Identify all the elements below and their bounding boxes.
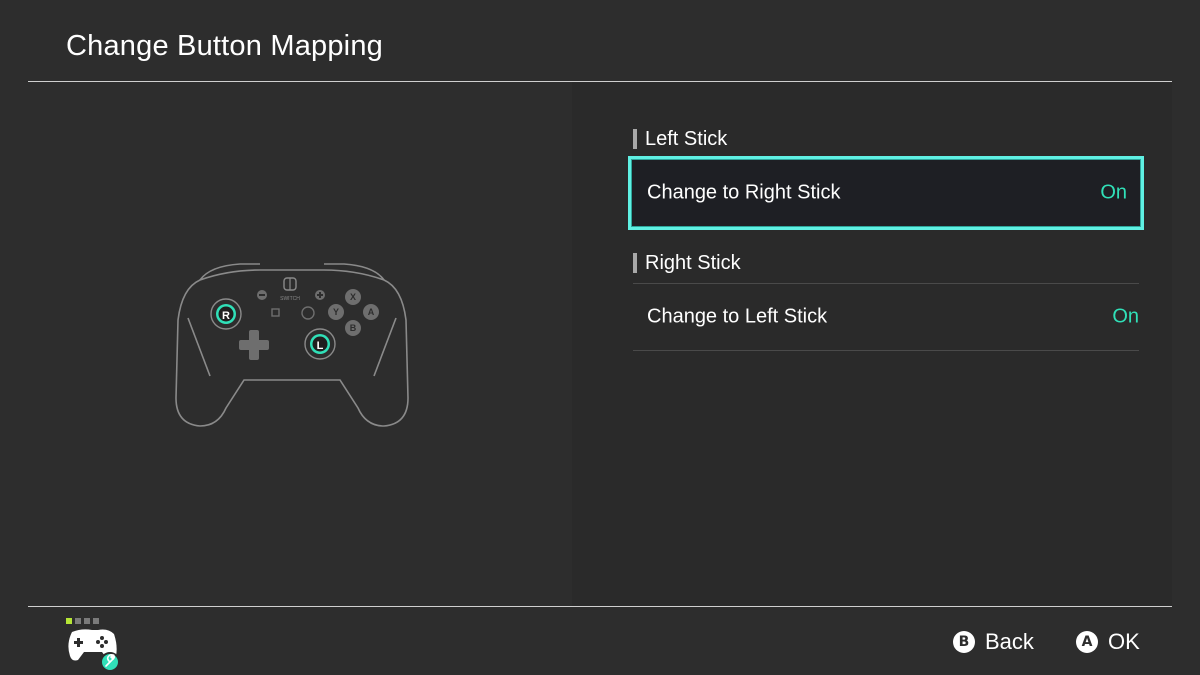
option-label: Change to Right Stick: [647, 181, 841, 204]
x-button-label: X: [350, 292, 356, 302]
page-title: Change Button Mapping: [66, 30, 383, 62]
footer-divider: [28, 606, 1172, 607]
controller-settings-icon: [66, 618, 120, 672]
right-stick-label: R: [222, 310, 230, 322]
back-label: Back: [985, 629, 1034, 654]
page-indicator: [66, 618, 99, 624]
section-right-stick: Right Stick: [633, 251, 741, 275]
section-left-stick: Left Stick: [633, 127, 727, 151]
ok-button[interactable]: A OK: [1076, 627, 1140, 657]
b-button-icon: B: [953, 631, 975, 653]
brand-text: SWITCH: [280, 296, 300, 302]
y-button-label: Y: [333, 307, 339, 317]
option-label: Change to Left Stick: [647, 305, 828, 328]
option-change-to-right-stick[interactable]: Change to Right Stick On: [628, 156, 1144, 230]
back-button[interactable]: B Back: [953, 627, 1034, 657]
pro-controller-icon: R L SWITCH X Y A B: [175, 263, 409, 427]
a-button-icon: A: [1076, 631, 1098, 653]
left-stick-label: L: [317, 340, 324, 352]
option-value: On: [1100, 181, 1127, 204]
option-change-to-left-stick[interactable]: Change to Left Stick On: [633, 284, 1139, 350]
b-button-label: B: [350, 323, 357, 333]
a-button-label: A: [368, 307, 375, 317]
ok-label: OK: [1108, 629, 1140, 654]
option-value: On: [1112, 305, 1139, 328]
row-divider: [633, 350, 1139, 351]
screen: Change Button Mapping R L SWITCH X Y A B…: [0, 0, 1200, 675]
